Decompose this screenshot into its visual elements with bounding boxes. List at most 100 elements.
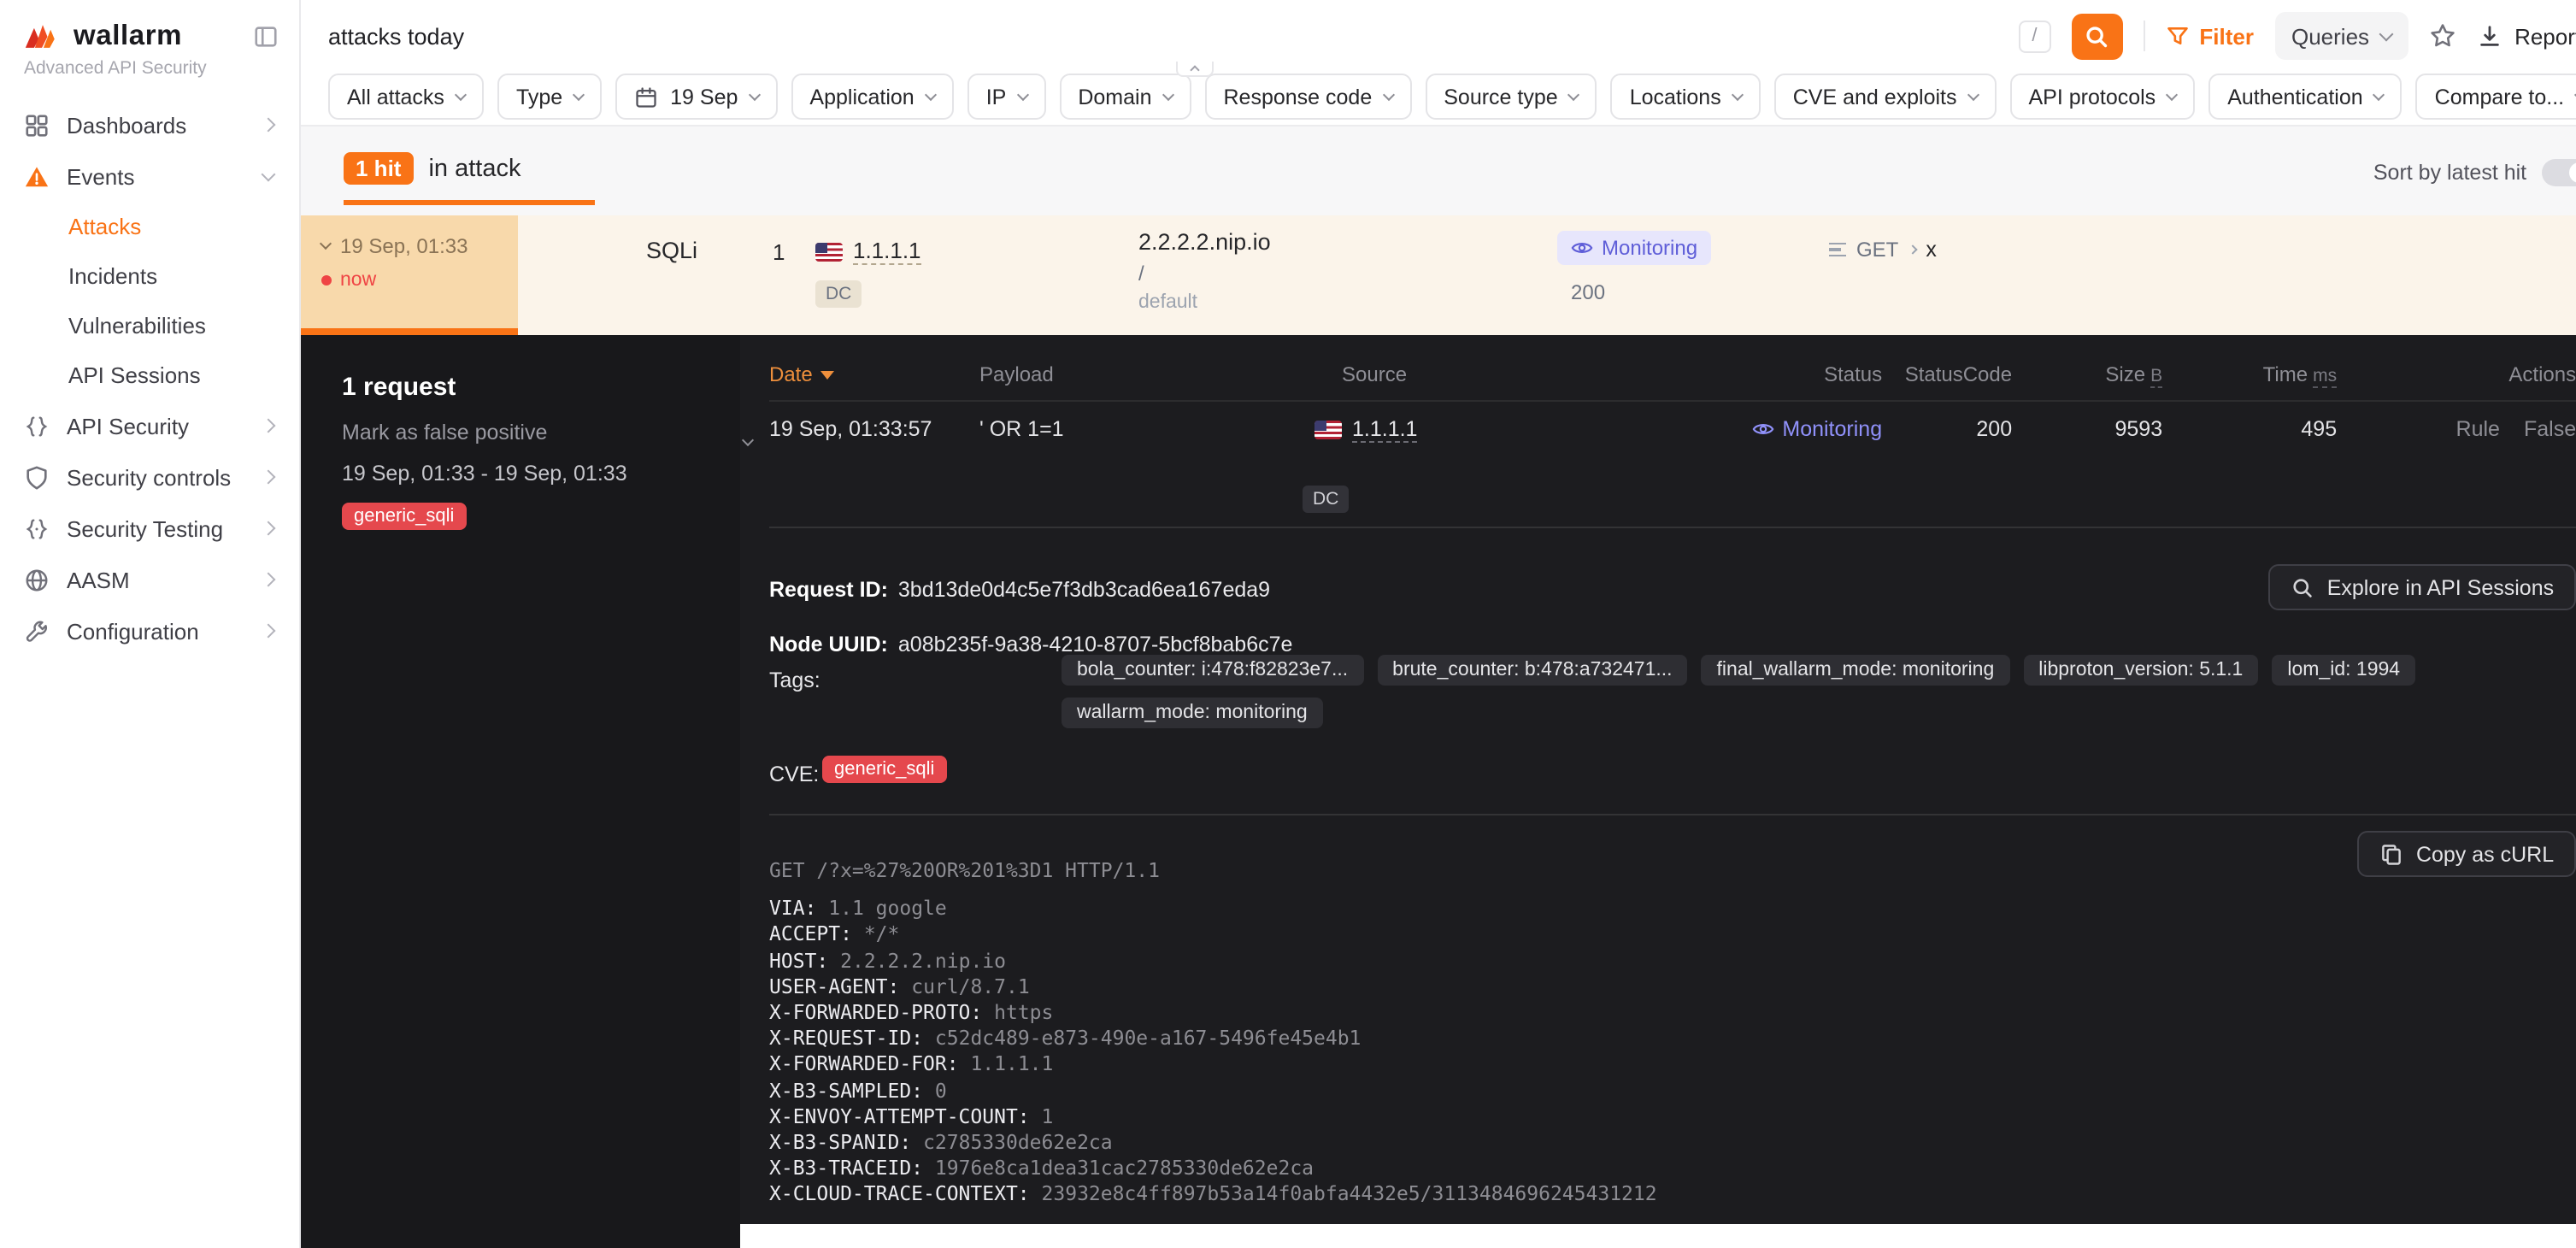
filter-chip-response-code[interactable]: Response code [1205,74,1412,120]
sidebar-item-events[interactable]: Events [0,150,299,202]
table-header-time: Timems [2263,362,2337,386]
filter-chip-compare-to[interactable]: Compare to... [2416,74,2576,120]
sidebar-item-configuration[interactable]: Configuration [0,605,299,656]
live-dot-icon [321,275,332,286]
request-actions: Rule False [2456,417,2576,441]
request-status-label: Monitoring [1782,417,1882,441]
http-header-value: curl/8.7.1 [911,974,1030,998]
calendar-icon [634,85,658,109]
eye-icon [1751,421,1773,438]
requests-count: 1 request [342,373,456,402]
attack-target-param: x [1926,238,1937,262]
sidebar-item-dashboards[interactable]: Dashboards [0,99,299,150]
filter-chip-date[interactable]: 19 Sep [615,74,777,120]
brand-subtitle: Advanced API Security [0,53,299,79]
filter-chip-authentication[interactable]: Authentication [2208,74,2402,120]
filter-chip-cve[interactable]: CVE and exploits [1774,74,1997,120]
cve-label: CVE: [769,762,819,786]
filter-chip-application[interactable]: Application [791,74,953,120]
http-header-value: 0 [935,1078,947,1102]
filter-chip-type[interactable]: Type [497,74,602,120]
sidebar-item-label: AASM [67,567,246,592]
tag-chip: final_wallarm_mode: monitoring [1702,655,2010,686]
sidebar-item-api-sessions[interactable]: API Sessions [0,350,299,400]
sidebar-item-label: Security controls [67,464,246,490]
time-unit: ms [2313,366,2337,388]
table-header-statuscode: StatusCode [1905,362,2012,386]
sidebar-item-security-testing[interactable]: Security Testing [0,503,299,554]
detail-date-range: 19 Sep, 01:33 - 19 Sep, 01:33 [342,462,627,486]
table-header-size: SizeB [2105,362,2162,386]
request-lines-icon [1829,243,1846,257]
filter-chip-label: API protocols [2029,85,2156,109]
sidebar-subitem-label: API Sessions [68,362,201,388]
attack-date: 19 Sep, 01:33 [340,234,468,258]
favorite-star-button[interactable] [2429,22,2456,50]
action-false[interactable]: False [2524,417,2576,441]
filter-button[interactable]: Filter [2165,23,2254,49]
attack-now-label: now [340,270,376,291]
filter-chip-label: CVE and exploits [1793,85,1957,109]
request-source-ip[interactable]: 1.1.1.1 [1352,417,1417,443]
table-header-date[interactable]: Date [769,362,835,386]
brand: wallarm [0,0,299,53]
datacenter-badge: DC [815,280,862,308]
attack-hit-count: 1 [773,239,785,265]
request-status-code: 200 [1976,417,2012,441]
datacenter-badge: DC [1303,486,1349,513]
hits-context-label: in attack [428,155,520,182]
sidebar-item-security-controls[interactable]: Security controls [0,451,299,503]
attack-application: default [1138,292,1271,313]
http-header-line: HOST: 2.2.2.2.nip.io [769,948,2576,974]
filter-chip-source-type[interactable]: Source type [1425,74,1597,120]
tag-chip: wallarm_mode: monitoring [1062,698,1323,728]
attack-date-cell[interactable]: 19 Sep, 01:33 now [301,215,518,335]
queries-button[interactable]: Queries [2274,12,2408,60]
http-header-line: X-FORWARDED-FOR: 1.1.1.1 [769,1052,2576,1078]
http-request-block: GET /?x=%27%20OR%201%3D1 HTTP/1.1 VIA: 1… [769,858,2576,1208]
search-button[interactable] [2071,13,2122,59]
search-input[interactable] [328,23,1997,49]
action-rule[interactable]: Rule [2456,417,2500,441]
table-header-status: Status [1824,362,1882,386]
size-unit: B [2150,366,2162,388]
filter-chip-domain[interactable]: Domain [1059,74,1191,120]
filter-chip-all-attacks[interactable]: All attacks [328,74,484,120]
attack-domain: 2.2.2.2.nip.io [1138,229,1271,255]
sidebar-item-attacks[interactable]: Attacks [0,202,299,251]
explore-api-sessions-button[interactable]: Explore in API Sessions [2269,564,2576,610]
row-expand-chevron[interactable] [744,422,752,453]
report-button[interactable]: Report [2477,23,2576,49]
collapse-search-handle[interactable] [1176,62,1214,77]
http-header-line: VIA: 1.1 google [769,896,2576,921]
sidebar-item-aasm[interactable]: AASM [0,554,299,605]
attack-row[interactable]: 19 Sep, 01:33 now SQLi 1 1.1.1.1 DC 2.2.… [301,215,2576,335]
request-id-row: Request ID:3bd13de0d4c5e7f3db3cad6ea167e… [769,578,1270,602]
sort-toggle[interactable] [2542,159,2576,186]
http-header-value: 1976e8ca1dea31cac2785330de62e2ca [935,1156,1314,1180]
sidebar-item-api-security[interactable]: API Security [0,400,299,451]
request-id-value: 3bd13de0d4c5e7f3db3cad6ea167eda9 [898,578,1270,602]
table-header-payload: Payload [979,362,1054,386]
request-time: 495 [2301,417,2337,441]
shield-icon [22,463,50,491]
http-header-line: X-CLOUD-TRACE-CONTEXT: 23932e8c4ff897b53… [769,1182,2576,1208]
filter-chip-ip[interactable]: IP [967,74,1046,120]
tags-label: Tags: [769,668,820,692]
tags-list: bola_counter: i:478:f82823e7... brute_co… [1062,655,2415,740]
queries-button-label: Queries [2291,23,2369,49]
filter-chip-api-protocols[interactable]: API protocols [2010,74,2196,120]
grid-icon [22,111,50,138]
mark-false-positive-link[interactable]: Mark as false positive [342,421,547,444]
sidebar-item-vulnerabilities[interactable]: Vulnerabilities [0,301,299,350]
collapse-sidebar-icon[interactable] [253,24,279,50]
filter-chip-label: Application [809,85,914,109]
braces-icon [22,515,50,542]
filter-chip-locations[interactable]: Locations [1611,74,1761,120]
attack-source-ip[interactable]: 1.1.1.1 [853,238,921,265]
http-header-line: X-B3-TRACEID: 1976e8ca1dea31cac2785330de… [769,1156,2576,1181]
sidebar-item-incidents[interactable]: Incidents [0,251,299,301]
monitoring-badge: Monitoring [1557,231,1711,265]
http-request-line: GET /?x=%27%20OR%201%3D1 HTTP/1.1 [769,858,2576,884]
filter-chip-label: Locations [1630,85,1721,109]
